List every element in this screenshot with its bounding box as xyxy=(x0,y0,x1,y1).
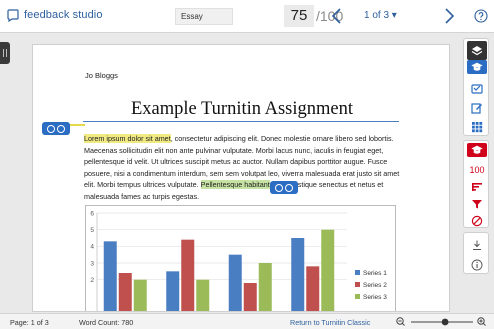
return-to-classic-link[interactable]: Return to Turnitin Classic xyxy=(290,318,370,327)
info-button[interactable] xyxy=(467,255,487,274)
legend-swatch xyxy=(355,294,360,299)
embedded-bar-chart: 6 5 4 3 2 Series 1 Series 2 Series 3 xyxy=(85,205,396,311)
zoom-out-icon[interactable] xyxy=(396,317,405,326)
rubric-grid-icon xyxy=(472,121,483,132)
bar-series-2 xyxy=(243,283,257,311)
edit-button[interactable] xyxy=(467,98,487,117)
document-title: Example Turnitin Assignment xyxy=(130,99,354,119)
grading-cap-tab[interactable] xyxy=(467,60,487,74)
brand-name: feedback studio xyxy=(24,9,103,21)
status-bar: Page: 1 of 3 Word Count: 780 Return to T… xyxy=(0,313,494,329)
zoom-in-icon[interactable] xyxy=(477,317,486,326)
author-name: Jo Bloggs xyxy=(85,71,118,80)
turnitin-logo-icon xyxy=(7,9,19,22)
bar-series-2 xyxy=(118,273,132,311)
layer-tools-rail xyxy=(463,38,489,136)
comment-dot xyxy=(47,124,55,133)
y-tick-label: 2 xyxy=(90,277,94,284)
exclude-icon xyxy=(471,215,483,226)
title-underline xyxy=(83,121,399,122)
bar-series-3 xyxy=(133,279,147,311)
edit-icon xyxy=(471,102,482,114)
match-list-icon xyxy=(472,182,482,191)
utility-tools-rail xyxy=(463,232,489,274)
chevron-right-icon[interactable] xyxy=(439,5,459,27)
zoom-thumb[interactable] xyxy=(441,318,449,326)
download-icon xyxy=(473,240,481,250)
bar-series-1 xyxy=(103,241,117,311)
y-tick-label: 6 xyxy=(90,210,94,217)
top-bar: feedback studio Essay 75 /100 1 of 3 ▾ xyxy=(0,0,494,33)
rubric-grid-button[interactable] xyxy=(467,117,487,136)
bar-series-1 xyxy=(228,254,242,311)
zoom-control[interactable] xyxy=(395,316,489,328)
document-page: Jo Bloggs Example Turnitin Assignment Lo… xyxy=(32,44,450,312)
bar-series-3 xyxy=(258,263,272,311)
document-paragraph: Lorem ipsum dolor sit amet, consectetur … xyxy=(84,133,404,203)
bar-series-1 xyxy=(291,238,305,311)
y-tick-label: 3 xyxy=(90,260,94,267)
y-tick-label: 4 xyxy=(90,244,94,251)
exclude-button[interactable] xyxy=(467,211,487,230)
similarity-tools-rail: 100 xyxy=(463,140,489,228)
quickmark-icon xyxy=(471,83,483,94)
green-highlight[interactable]: Pellentesque habitant xyxy=(200,180,270,190)
legend-label: Series 1 xyxy=(363,270,387,277)
download-button[interactable] xyxy=(467,235,487,254)
bar-series-3 xyxy=(321,229,335,311)
comment-bubble-icon[interactable] xyxy=(270,181,298,194)
comment-dot xyxy=(285,183,293,192)
similarity-cap-tab[interactable] xyxy=(467,143,487,157)
comment-dot xyxy=(275,183,283,192)
help-icon[interactable] xyxy=(474,9,488,23)
comment-bubble-icon[interactable] xyxy=(42,122,70,135)
legend-label: Series 3 xyxy=(363,294,387,301)
comment-dot xyxy=(57,124,65,133)
feedback-studio-app: feedback studio Essay 75 /100 1 of 3 ▾ J… xyxy=(0,0,494,329)
bar-series-1 xyxy=(166,271,180,311)
layers-button[interactable] xyxy=(467,41,487,60)
similarity-percentage: 100 xyxy=(469,164,485,175)
y-tick-label: 5 xyxy=(90,227,94,234)
bar-series-3 xyxy=(196,279,210,311)
filter-icon xyxy=(472,199,482,208)
similarity-cap-icon xyxy=(471,145,483,154)
brand[interactable]: feedback studio xyxy=(6,8,103,22)
page-indicator: Page: 1 of 3 xyxy=(10,318,49,327)
yellow-highlight[interactable]: Lorem ipsum dolor sit amet xyxy=(84,134,171,143)
word-count: Word Count: 780 xyxy=(79,318,134,327)
legend-label: Series 2 xyxy=(363,282,387,289)
side-panel-toggle[interactable] xyxy=(0,42,10,64)
score-input[interactable]: 75 xyxy=(284,5,314,27)
legend-swatch xyxy=(355,282,360,287)
chevron-left-icon[interactable] xyxy=(327,5,347,27)
info-icon xyxy=(471,259,483,270)
assignment-title: Essay xyxy=(175,8,233,25)
legend-swatch xyxy=(355,270,360,275)
grading-cap-icon xyxy=(471,62,483,71)
layers-icon xyxy=(471,45,483,55)
quickmark-button[interactable] xyxy=(467,79,487,98)
bar-series-2 xyxy=(181,239,195,311)
page-selector[interactable]: 1 of 3 ▾ xyxy=(364,10,397,21)
grip-icon xyxy=(3,49,7,57)
bar-series-2 xyxy=(306,266,320,311)
